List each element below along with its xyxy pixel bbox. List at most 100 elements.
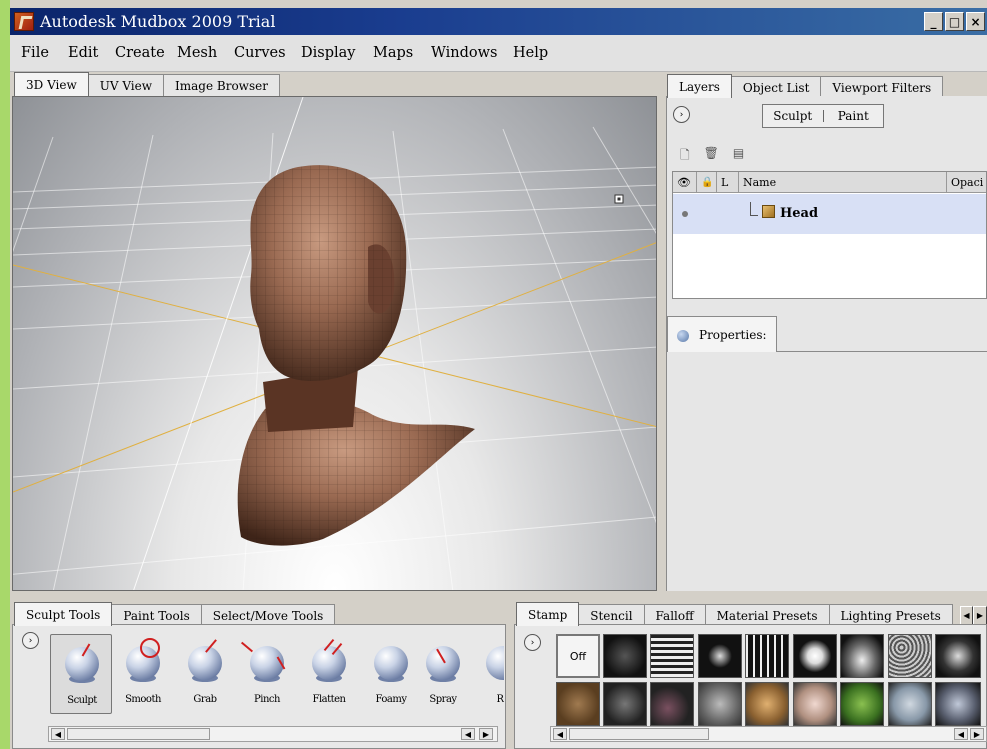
tree-connector: [750, 202, 758, 216]
layer-table-header: 👁 🔒 L Name Opaci: [673, 172, 986, 193]
stamp-texture-4[interactable]: [745, 634, 789, 678]
viewport-scene: [13, 97, 656, 590]
stamp-texture-14[interactable]: [793, 682, 837, 726]
new-layer-icon[interactable]: 🗋: [680, 146, 690, 167]
column-name[interactable]: Name: [739, 172, 947, 193]
tool-label: Sculpt: [67, 695, 97, 706]
visibility-eye-icon[interactable]: 👁: [673, 172, 697, 193]
scroll-right-button[interactable]: ▶: [479, 728, 493, 740]
menu-maps[interactable]: Maps: [373, 45, 413, 61]
stamp-texture-3[interactable]: [698, 634, 742, 678]
menu-bar: File Edit Create Mesh Curves Display Map…: [10, 35, 987, 72]
tab-select-move-tools[interactable]: Select/Move Tools: [200, 604, 336, 626]
tool-label: Grab: [193, 694, 217, 705]
tab-falloff[interactable]: Falloff: [643, 604, 706, 626]
close-button[interactable]: ×: [966, 12, 985, 31]
tools-expand-button[interactable]: ›: [22, 632, 39, 649]
tool-grab[interactable]: Grab: [174, 634, 236, 714]
tool-tabs: Sculpt Tools Paint Tools Select/Move Too…: [14, 602, 336, 626]
3d-viewport[interactable]: [12, 96, 657, 591]
scroll-left-button-2[interactable]: ◀: [461, 728, 475, 740]
column-lock-l: L: [717, 172, 739, 193]
title-bar[interactable]: Autodesk Mudbox 2009 Trial _ □ ×: [10, 8, 987, 35]
stamp-tabs-right-arrow[interactable]: ▶: [973, 606, 987, 625]
minimize-button[interactable]: _: [924, 12, 943, 31]
tool-label: Smooth: [125, 694, 161, 705]
tool-label: Pinch: [254, 694, 280, 705]
lock-icon[interactable]: 🔒: [697, 172, 717, 193]
menu-display[interactable]: Display: [301, 45, 355, 61]
tool-repeat-partial[interactable]: R: [464, 634, 504, 714]
stamp-texture-8[interactable]: [935, 634, 981, 678]
stamp-expand-button[interactable]: ›: [524, 634, 541, 651]
stamp-scrollbar[interactable]: ◀ ◀ ▶: [550, 726, 987, 742]
menu-create[interactable]: Create: [115, 45, 165, 61]
stamp-tabs-left-arrow[interactable]: ◀: [960, 606, 973, 625]
scroll-thumb[interactable]: [67, 728, 210, 740]
tab-viewport-filters[interactable]: Viewport Filters: [820, 76, 944, 98]
tool-label: Flatten: [312, 694, 347, 705]
stamp-texture-17[interactable]: [935, 682, 981, 726]
tool-sculpt[interactable]: Sculpt: [50, 634, 112, 714]
menu-curves[interactable]: Curves: [234, 45, 286, 61]
menu-help[interactable]: Help: [513, 45, 548, 61]
window-title: Autodesk Mudbox 2009 Trial: [40, 12, 276, 31]
tab-layers[interactable]: Layers: [667, 74, 732, 98]
tools-scrollbar[interactable]: ◀ ◀ ▶: [48, 726, 498, 742]
tab-uv-view[interactable]: UV View: [87, 74, 165, 96]
tool-flatten[interactable]: Flatten: [298, 634, 360, 714]
column-opacity[interactable]: Opaci: [947, 172, 987, 193]
tab-lighting-presets[interactable]: Lighting Presets: [828, 604, 953, 626]
properties-tab[interactable]: Properties:: [667, 316, 777, 352]
tab-stencil[interactable]: Stencil: [578, 604, 645, 626]
desktop-edge: [0, 0, 10, 749]
stamp-texture-16[interactable]: [888, 682, 932, 726]
stamp-texture-13[interactable]: [745, 682, 789, 726]
stamp-texture-15[interactable]: [840, 682, 884, 726]
paint-mode-button[interactable]: Paint: [824, 109, 884, 123]
stamp-texture-11[interactable]: [650, 682, 694, 726]
delete-layer-icon[interactable]: 🗑: [704, 146, 719, 167]
stamp-texture-10[interactable]: [603, 682, 647, 726]
menu-edit[interactable]: Edit: [68, 45, 98, 61]
maximize-button[interactable]: □: [945, 12, 964, 31]
layer-row-head[interactable]: Head: [673, 194, 986, 234]
stamp-scroll-thumb[interactable]: [569, 728, 709, 740]
tab-paint-tools[interactable]: Paint Tools: [111, 604, 202, 626]
properties-panel: [667, 352, 987, 590]
menu-file[interactable]: File: [21, 45, 49, 61]
stamp-texture-12[interactable]: [698, 682, 742, 726]
mudbox-app-icon[interactable]: [14, 12, 34, 31]
sculpt-mode-button[interactable]: Sculpt: [763, 109, 823, 123]
tab-stamp[interactable]: Stamp: [516, 602, 580, 626]
scroll-left-button[interactable]: ◀: [51, 728, 65, 740]
tab-sculpt-tools[interactable]: Sculpt Tools: [14, 602, 113, 626]
tool-pinch[interactable]: Pinch: [236, 634, 298, 714]
pinch-arrow-left-icon: [240, 641, 254, 653]
mesh-cube-icon: [762, 205, 775, 218]
stamp-tabs: Stamp Stencil Falloff Material Presets L…: [516, 602, 953, 626]
stamp-scroll-left-2[interactable]: ◀: [954, 728, 968, 740]
stamp-texture-wood[interactable]: [556, 682, 600, 726]
properties-icon: [677, 330, 689, 342]
menu-mesh[interactable]: Mesh: [177, 45, 217, 61]
stamp-off[interactable]: Off: [556, 634, 600, 678]
stamp-texture-7[interactable]: [888, 634, 932, 678]
tab-object-list[interactable]: Object List: [730, 76, 822, 98]
layer-actions: 🗋 🗑 ▤: [680, 146, 744, 167]
stamp-texture-2[interactable]: [650, 634, 694, 678]
merge-layer-icon[interactable]: ▤: [733, 146, 744, 167]
stamp-texture-5[interactable]: [793, 634, 837, 678]
tab-3d-view[interactable]: 3D View: [14, 72, 89, 96]
stamp-texture-6[interactable]: [840, 634, 884, 678]
layers-expand-button[interactable]: ›: [673, 106, 690, 123]
tab-image-browser[interactable]: Image Browser: [163, 74, 280, 96]
menu-windows[interactable]: Windows: [431, 45, 498, 61]
tool-label: R: [496, 694, 504, 705]
stamp-scroll-left[interactable]: ◀: [553, 728, 567, 740]
stamp-scroll-right[interactable]: ▶: [970, 728, 984, 740]
tool-smooth[interactable]: Smooth: [112, 634, 174, 714]
tab-material-presets[interactable]: Material Presets: [704, 604, 830, 626]
visibility-dot[interactable]: [682, 211, 688, 217]
stamp-texture-1[interactable]: [603, 634, 647, 678]
